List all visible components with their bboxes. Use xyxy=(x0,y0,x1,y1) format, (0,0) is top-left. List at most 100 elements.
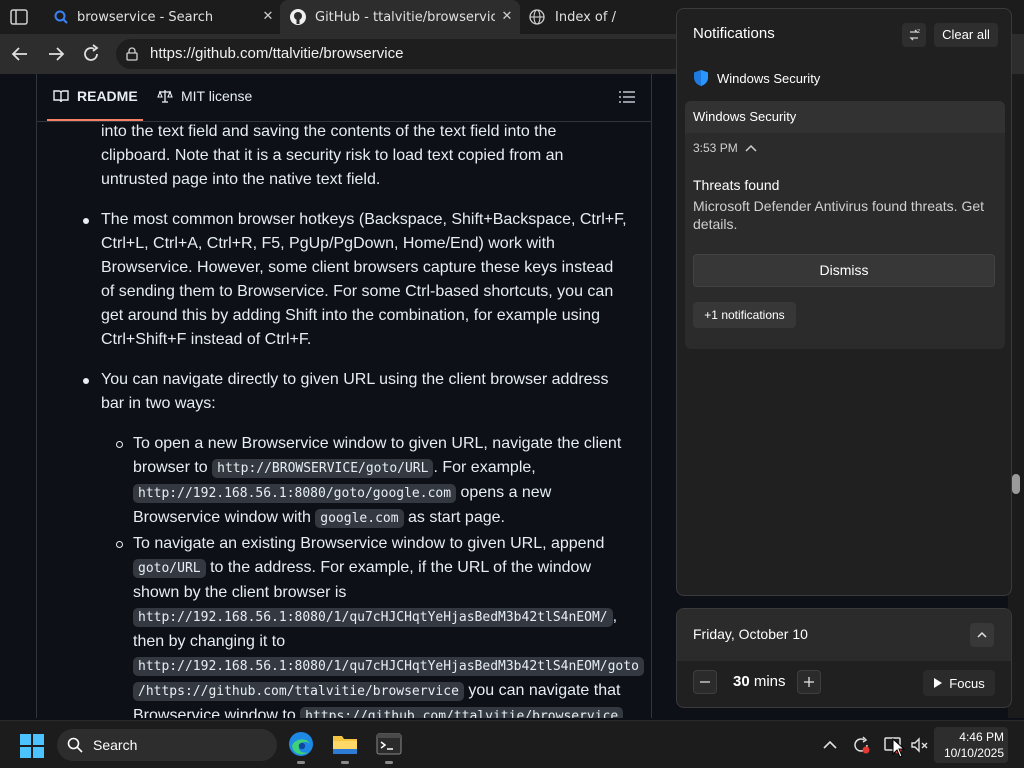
text-span: opens a new xyxy=(456,484,552,501)
taskbar-clock[interactable]: 4:46 PM 10/10/2025 xyxy=(934,727,1008,763)
chevron-up-icon[interactable] xyxy=(744,143,758,153)
scrollbar-thumb[interactable] xyxy=(1012,474,1020,494)
text-span: . For example, xyxy=(433,459,536,476)
search-icon xyxy=(67,737,83,753)
text-span: browser to xyxy=(133,459,213,476)
close-tab-icon[interactable]: ✕ xyxy=(260,9,276,25)
inline-code: /https://github.com/ttalvitie/browservic… xyxy=(133,682,464,701)
tab-github[interactable]: GitHub - ttalvitie/browservice: Browserv… xyxy=(280,0,520,34)
tab-bing-search[interactable]: browservice - Search ✕ xyxy=(48,0,278,34)
toast-heading: Threats found xyxy=(693,177,780,193)
back-arrow-icon[interactable] xyxy=(9,43,31,65)
taskbar-app-file-explorer[interactable] xyxy=(330,729,360,764)
inline-code: google.com xyxy=(315,509,404,528)
terminal-icon xyxy=(376,733,402,755)
inline-code: https://github.com/ttalvitie/browservice xyxy=(300,707,624,718)
tab-license[interactable]: MIT license xyxy=(157,88,252,104)
url-text: https://github.com/ttalvitie/browservice xyxy=(150,45,404,62)
tab-index-of[interactable]: Index of / xyxy=(522,0,682,34)
folder-icon xyxy=(333,736,357,754)
refresh-icon[interactable] xyxy=(80,43,102,65)
focus-button[interactable]: Focus xyxy=(923,670,995,696)
tab-label: browservice - Search xyxy=(77,9,214,25)
sub-item-open-window: To open a new Browservice window to give… xyxy=(133,432,643,531)
notification-toast[interactable]: Windows Security 3:53 PM Threats found M… xyxy=(685,101,1005,349)
taskbar-search[interactable]: Search xyxy=(57,729,277,761)
calendar-header: Friday, October 10 xyxy=(677,609,1011,661)
list-item-hotkeys: The most common browser hotkeys (Backspa… xyxy=(101,208,631,352)
tab-readme[interactable]: README xyxy=(53,88,138,104)
increase-focus-button[interactable] xyxy=(797,670,821,694)
text-line: goto/URL to the address. For example, if… xyxy=(133,556,649,581)
focus-duration: 30 mins xyxy=(733,673,786,690)
taskbar-app-terminal[interactable] xyxy=(374,729,404,764)
text-line: Browservice window with google.com as st… xyxy=(133,506,643,531)
tab-license-label: MIT license xyxy=(181,88,253,104)
minus-icon xyxy=(700,681,710,683)
tab-actions-icon[interactable] xyxy=(8,7,30,27)
active-tab-underline xyxy=(47,119,143,121)
scale-icon xyxy=(157,90,173,103)
plus-icon xyxy=(804,677,814,687)
chevron-up-icon xyxy=(977,631,987,638)
sub-list-bullet xyxy=(116,441,123,448)
text-line: http://192.168.56.1:8080/goto/google.com… xyxy=(133,481,643,506)
decrease-focus-button[interactable] xyxy=(693,670,717,694)
sub-list-bullet xyxy=(116,541,123,548)
more-notifications-button[interactable]: +1 notifications xyxy=(693,302,796,328)
sub-item-navigate-existing: To navigate an existing Browservice wind… xyxy=(133,532,649,718)
text-line: shown by the client browser is xyxy=(133,584,347,601)
do-not-disturb-button[interactable]: z xyxy=(902,23,926,47)
text-span: as start page. xyxy=(403,509,505,526)
globe-icon xyxy=(529,9,545,25)
focus-label: Focus xyxy=(949,675,985,691)
inline-code: goto/URL xyxy=(133,559,206,578)
text-line: http://192.168.56.1:8080/1/qu7cHJCHqtYeH… xyxy=(133,605,649,630)
address-bar[interactable]: https://github.com/ttalvitie/browservice xyxy=(116,39,696,69)
text-line: http://192.168.56.1:8080/1/qu7cHJCHqtYeH… xyxy=(133,654,649,679)
forward-arrow-icon[interactable] xyxy=(45,43,67,65)
text-line: bar in two ways: xyxy=(101,395,216,412)
volume-muted-icon[interactable] xyxy=(909,735,929,755)
update-sync-icon[interactable] xyxy=(851,735,871,755)
dismiss-button[interactable]: Dismiss xyxy=(693,254,995,287)
calendar-expand-button[interactable] xyxy=(970,623,994,647)
show-hidden-icons-chevron-icon[interactable] xyxy=(820,735,840,755)
text-span: , xyxy=(612,608,618,625)
notification-center: Notifications z Clear all Windows Securi… xyxy=(676,8,1012,596)
running-indicator xyxy=(297,761,305,764)
site-info-icon[interactable] xyxy=(124,46,140,62)
inline-code: http://192.168.56.1:8080/goto/google.com xyxy=(133,484,457,503)
text-line: The most common browser hotkeys (Backspa… xyxy=(101,211,627,228)
svg-text:z: z xyxy=(917,28,920,35)
clock-date: 10/10/2025 xyxy=(943,746,1004,760)
list-bullet xyxy=(83,218,89,224)
clear-all-button[interactable]: Clear all xyxy=(934,23,998,47)
windows-start-icon[interactable] xyxy=(20,734,44,758)
text-span: Browservice window with xyxy=(133,509,316,526)
toast-source: Windows Security xyxy=(685,101,1005,133)
outline-list-icon[interactable] xyxy=(619,90,635,104)
text-span: Browservice window to xyxy=(133,707,301,718)
book-icon xyxy=(53,90,69,103)
inline-code: http://192.168.56.1:8080/1/qu7cHJCHqtYeH… xyxy=(133,657,644,676)
inline-code: http://192.168.56.1:8080/1/qu7cHJCHqtYeH… xyxy=(133,608,613,627)
list-bullet xyxy=(83,378,89,384)
focus-row: 30 mins Focus xyxy=(677,665,1011,705)
mouse-cursor-icon xyxy=(892,738,906,758)
running-indicator xyxy=(385,761,393,764)
toast-time-label: 3:53 PM xyxy=(693,141,738,155)
shield-icon xyxy=(694,70,708,86)
text-span: you can navigate that xyxy=(463,682,621,699)
text-line: get around this by adding Shift into the… xyxy=(101,307,600,324)
text-line: Browservice. However, some client browse… xyxy=(101,259,614,276)
notifications-title: Notifications xyxy=(693,25,775,42)
app-name: Windows Security xyxy=(717,70,821,86)
close-tab-icon[interactable]: ✕ xyxy=(499,9,515,25)
focus-unit: mins xyxy=(753,673,786,690)
text-line: of sending them to Browservice. For some… xyxy=(101,283,614,300)
edge-browser-icon xyxy=(289,732,313,756)
taskbar-app-edge[interactable] xyxy=(286,729,316,764)
inline-code: http://BROWSERVICE/goto/URL xyxy=(212,459,434,478)
text-line: Browservice window to https://github.com… xyxy=(133,704,649,718)
